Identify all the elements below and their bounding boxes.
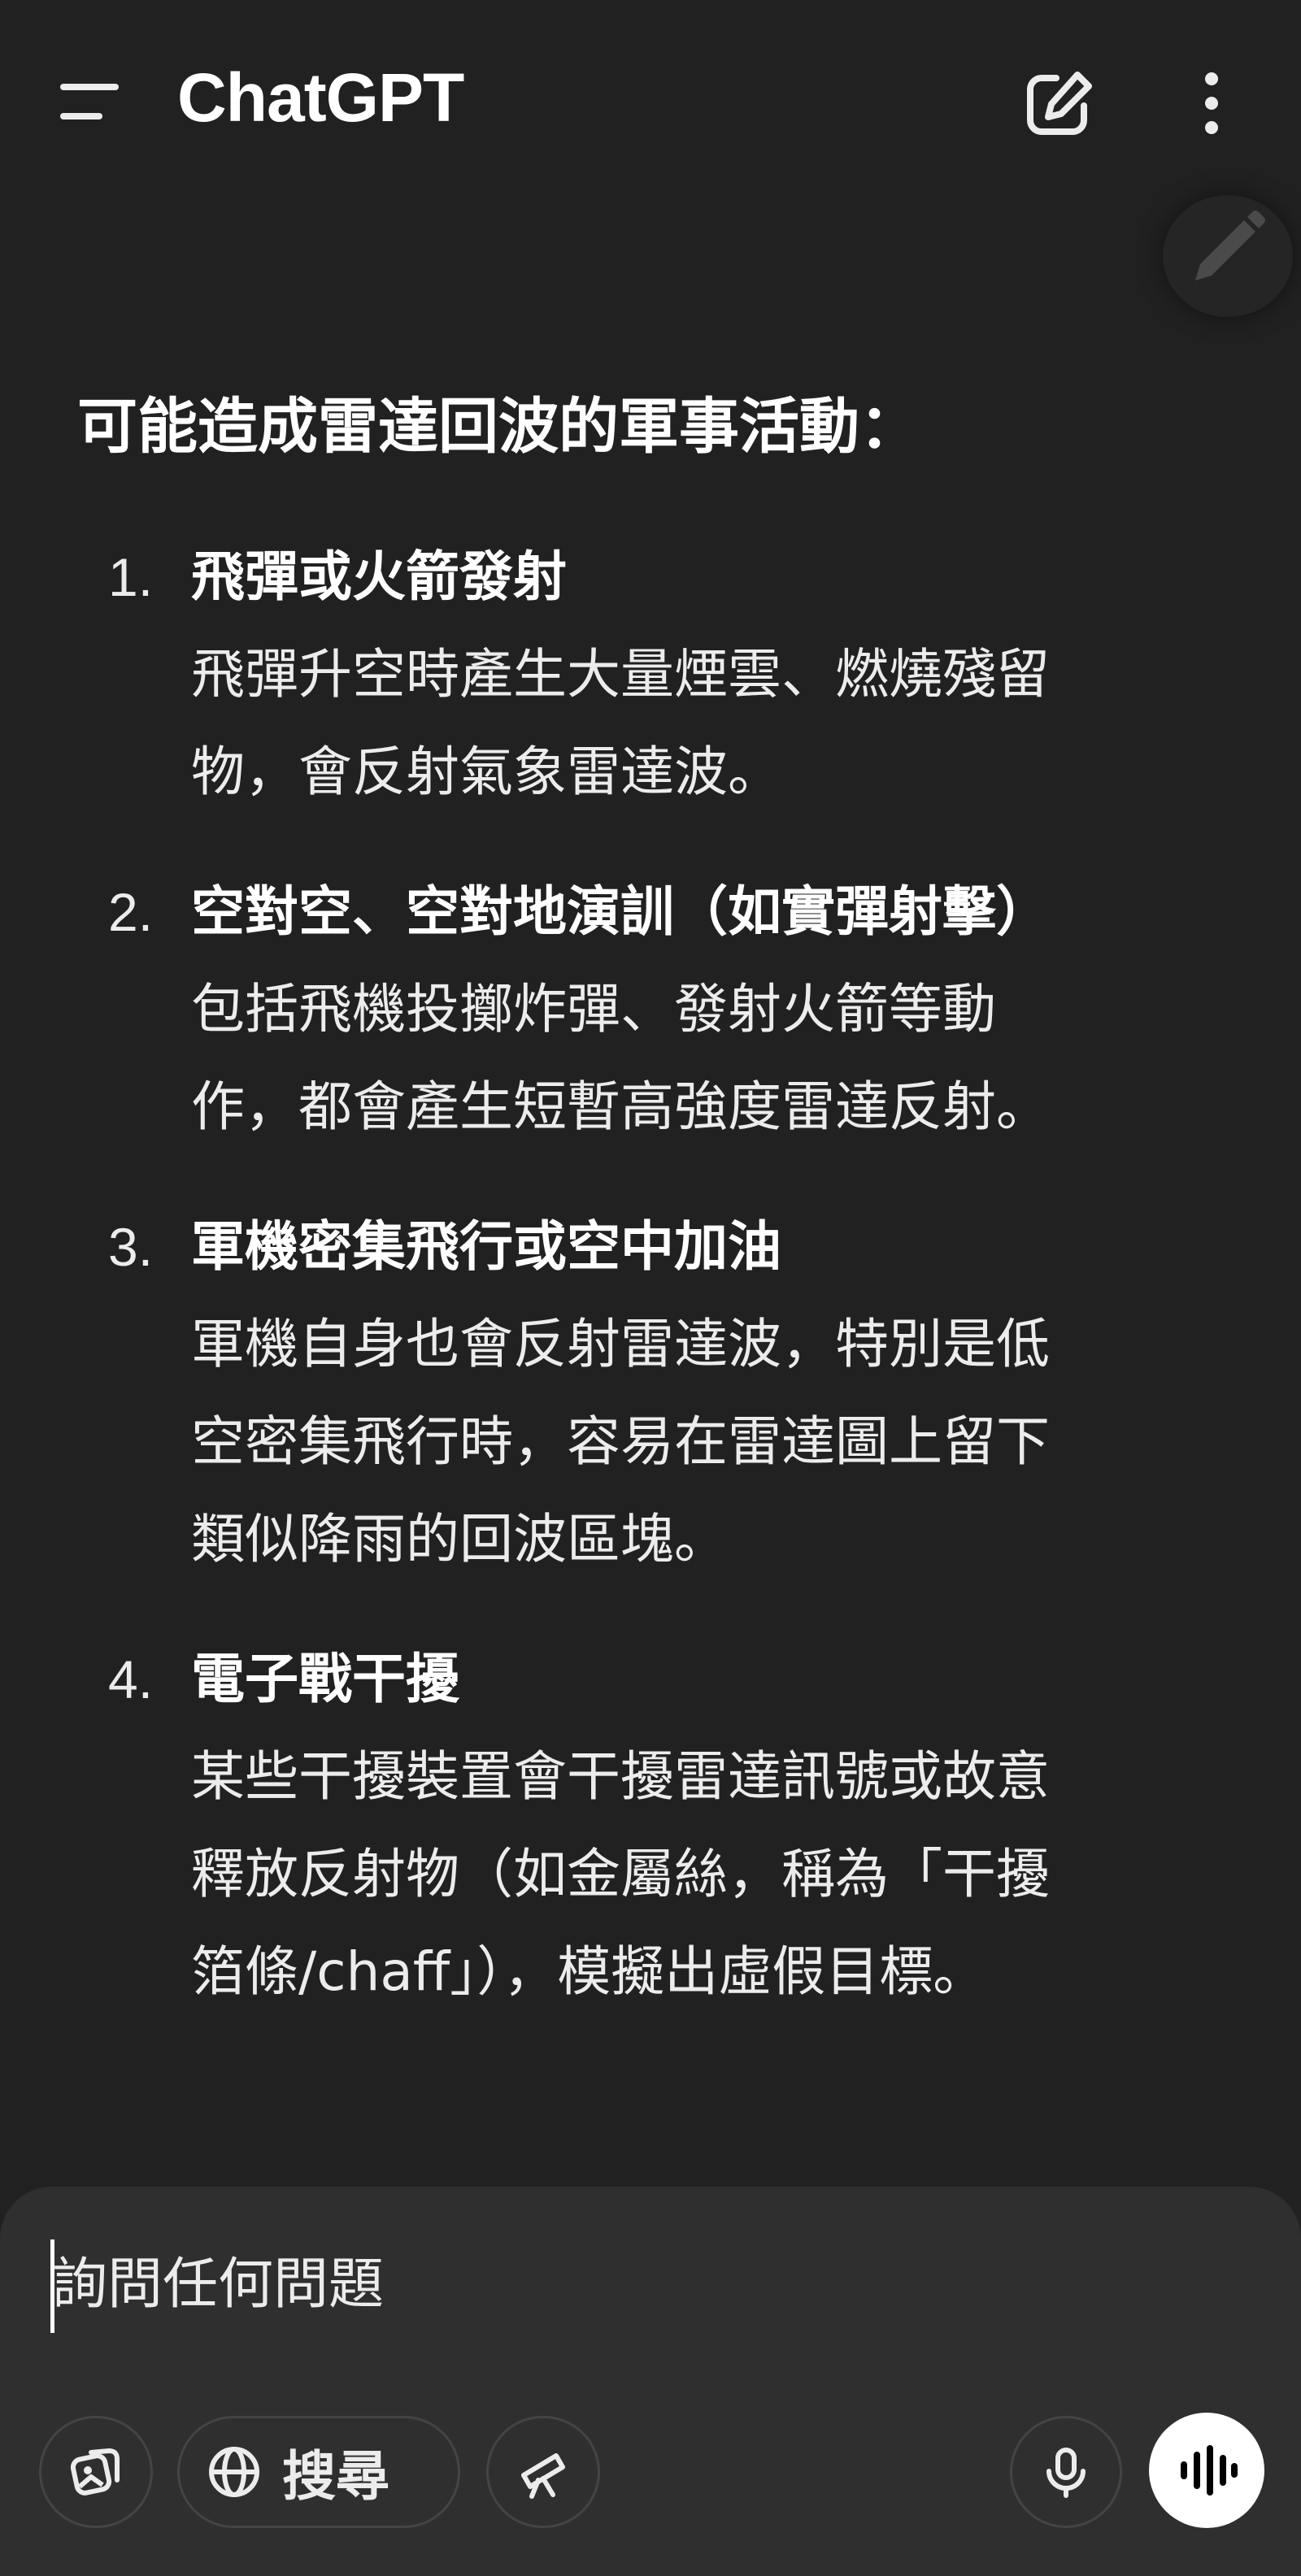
list-number: 1. xyxy=(108,547,154,607)
new-chat-icon[interactable] xyxy=(1020,67,1099,140)
description-line: 飛彈升空時產生大量煙雲、燃燒殘留 xyxy=(191,643,1050,706)
menu-icon[interactable] xyxy=(49,69,130,134)
mic-icon xyxy=(1046,2448,1086,2498)
top-app-bar: ChatGPT xyxy=(0,0,1301,203)
activity-list: 1. 飛彈或火箭發射 飛彈升空時產生大量煙雲、燃燒殘留 物，會反射氣象雷達波。 … xyxy=(77,528,1216,2021)
app-title[interactable]: ChatGPT xyxy=(177,59,464,137)
description-line: 箔條/chaff」），模擬出虛假目標。 xyxy=(191,1940,987,2003)
search-label: 搜尋 xyxy=(282,2445,389,2508)
attach-button[interactable] xyxy=(39,2416,153,2528)
voice-waveform-icon xyxy=(1181,2445,1238,2496)
tools-button[interactable] xyxy=(486,2416,600,2528)
description-line: 類似降雨的回波區塊。 xyxy=(191,1508,728,1570)
assistant-message: 可能造成雷達回波的軍事活動： 1. 飛彈或火箭發射 飛彈升空時產生大量煙雲、燃燒… xyxy=(77,382,1216,2021)
telescope-icon xyxy=(521,2453,565,2499)
list-item-description: 軍機自身也會反射雷達波，特別是低 空密集飛行時，容易在雷達圖上留下 類似降雨的回… xyxy=(191,1296,1273,1588)
list-item-title: 電子戰干擾 xyxy=(191,1648,459,1710)
list-number: 3. xyxy=(108,1217,154,1277)
pencil-icon xyxy=(1195,211,1265,280)
description-line: 作，都會產生短暫高強度雷達反射。 xyxy=(191,1075,1050,1138)
mic-button[interactable] xyxy=(1010,2416,1122,2528)
description-line: 物，會反射氣象雷達波。 xyxy=(191,741,781,803)
list-item-description: 飛彈升空時產生大量煙雲、燃燒殘留 物，會反射氣象雷達波。 xyxy=(191,626,1273,821)
list-item: 2. 空對空、空對地演訓（如實彈射擊） 包括飛機投擲炸彈、發射火箭等動 作，都會… xyxy=(77,863,1216,1156)
list-item-title: 空對空、空對地演訓（如實彈射擊） xyxy=(191,880,1050,943)
description-line: 釋放反射物（如金屬絲，稱為「干擾 xyxy=(191,1843,1050,1905)
composer-panel: 搜尋 xyxy=(0,2187,1301,2576)
message-heading: 可能造成雷達回波的軍事活動： xyxy=(77,392,920,462)
search-button[interactable]: 搜尋 xyxy=(177,2416,460,2528)
description-line: 空密集飛行時，容易在雷達圖上留下 xyxy=(191,1410,1050,1473)
description-line: 軍機自身也會反射雷達波，特別是低 xyxy=(191,1313,1050,1375)
prompt-input[interactable] xyxy=(52,2235,1190,2333)
list-number: 2. xyxy=(108,882,154,942)
list-item-description: 某些干擾裝置會干擾雷達訊號或故意 釋放反射物（如金屬絲，稱為「干擾 箔條/cha… xyxy=(191,1728,1273,2021)
globe-icon xyxy=(209,2447,259,2497)
voice-mode-button[interactable] xyxy=(1149,2413,1264,2528)
list-item-title: 飛彈或火箭發射 xyxy=(191,545,567,608)
description-line: 包括飛機投擲炸彈、發射火箭等動 xyxy=(191,978,996,1040)
list-item-title: 軍機密集飛行或空中加油 xyxy=(191,1215,781,1278)
list-item: 3. 軍機密集飛行或空中加油 軍機自身也會反射雷達波，特別是低 空密集飛行時，容… xyxy=(77,1198,1216,1588)
more-vertical-icon[interactable] xyxy=(1175,67,1248,140)
list-item-description: 包括飛機投擲炸彈、發射火箭等動 作，都會產生短暫高強度雷達反射。 xyxy=(191,961,1273,1156)
list-item: 4. 電子戰干擾 某些干擾裝置會干擾雷達訊號或故意 釋放反射物（如金屬絲，稱為「… xyxy=(77,1631,1216,2021)
image-attach-icon xyxy=(70,2448,120,2496)
edit-button[interactable] xyxy=(1163,195,1293,317)
list-number: 4. xyxy=(108,1649,154,1709)
list-item: 1. 飛彈或火箭發射 飛彈升空時產生大量煙雲、燃燒殘留 物，會反射氣象雷達波。 xyxy=(77,528,1216,821)
description-line: 某些干擾裝置會干擾雷達訊號或故意 xyxy=(191,1745,1050,1808)
